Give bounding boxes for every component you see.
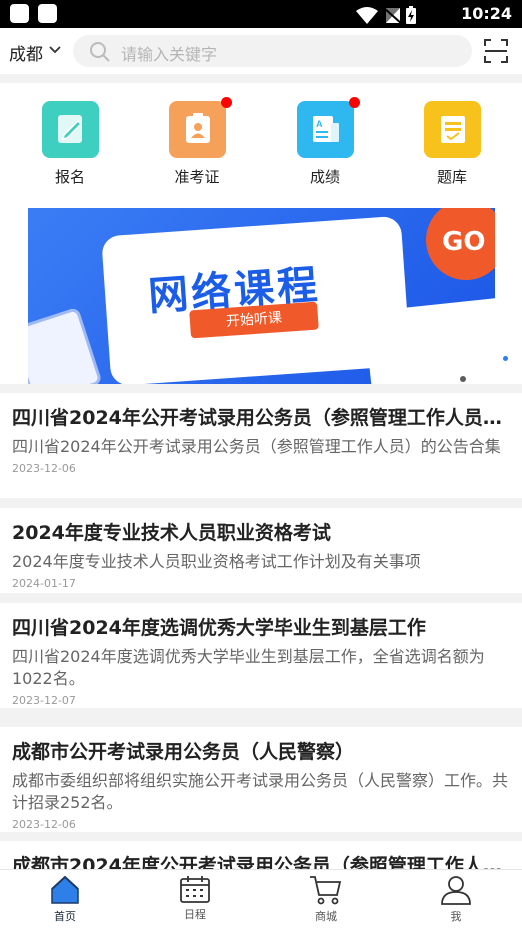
- quick-link-label: 成绩: [309, 168, 340, 186]
- clock: 10:24: [461, 4, 512, 23]
- quick-link-score[interactable]: A 成绩: [285, 97, 365, 187]
- list-item[interactable]: 成都市2024年度公开考试录用公务员（参照管理工作人员）: [0, 841, 522, 871]
- top-bar: 成都 请输入关键字: [0, 28, 522, 74]
- quick-links: 报名 准考证 A 成绩 题库: [0, 83, 522, 201]
- badge-dot: [348, 97, 360, 108]
- news-title: 成都市公开考试录用公务员（人民警察）: [12, 741, 355, 763]
- quick-link-admission[interactable]: 准考证: [157, 97, 237, 187]
- search-input[interactable]: 请输入关键字: [73, 35, 472, 67]
- news-date: 2024-01-17: [12, 577, 76, 590]
- home-icon: [51, 875, 79, 904]
- notepad-illustration: [28, 306, 103, 384]
- tab-schedule[interactable]: 日程: [155, 874, 235, 922]
- quick-link-question-bank[interactable]: 题库: [412, 101, 492, 187]
- notification-icon: [10, 4, 29, 23]
- tab-me[interactable]: 我: [416, 874, 496, 924]
- carousel-dots: [460, 367, 480, 386]
- news-desc: 四川省2024年公开考试录用公务员（参照管理工作人员）的公告合集: [12, 437, 501, 456]
- banner-carousel[interactable]: 网络课程 开始听课 GO: [0, 201, 522, 384]
- tab-label: 商城: [315, 910, 337, 923]
- cart-icon: [310, 876, 342, 905]
- list-item[interactable]: 四川省2024年公开考试录用公务员（参照管理工作人员）的公告合集 四川省2024…: [0, 393, 522, 498]
- user-icon: [441, 876, 471, 905]
- status-icons: [354, 5, 450, 29]
- search-placeholder: 请输入关键字: [121, 45, 218, 64]
- status-bar: 10:24: [0, 0, 522, 28]
- bottom-tab-bar: 首页 日程 商城 我: [0, 869, 522, 928]
- notification-icon: [38, 4, 57, 23]
- question-bank-icon: [423, 101, 481, 158]
- tab-mall[interactable]: 商城: [286, 874, 366, 924]
- city-selector[interactable]: 成都: [9, 40, 43, 65]
- svg-text:A: A: [316, 119, 323, 129]
- tab-label: 日程: [184, 908, 206, 921]
- list-item[interactable]: 2024年度专业技术人员职业资格考试 2024年度专业技术人员职业资格考试工作计…: [0, 508, 522, 593]
- news-title: 四川省2024年公开考试录用公务员（参照管理工作人员）的公告合集: [12, 407, 510, 429]
- edit-icon: [41, 101, 99, 158]
- quick-link-label: 题库: [436, 168, 467, 186]
- scan-icon[interactable]: [484, 39, 508, 63]
- report-icon: A: [296, 97, 360, 158]
- search-icon: [90, 42, 110, 62]
- carousel-indicator: [503, 356, 508, 361]
- id-card-icon: [168, 97, 232, 158]
- news-date: 2023-12-06: [12, 462, 76, 475]
- news-desc: 2024年度专业技术人员职业资格考试工作计划及有关事项: [12, 552, 421, 571]
- news-date: 2023-12-07: [12, 694, 76, 707]
- news-title: 2024年度专业技术人员职业资格考试: [12, 522, 331, 544]
- tab-label: 我: [450, 910, 462, 923]
- banner-image[interactable]: 网络课程 开始听课 GO: [28, 208, 495, 384]
- calendar-icon: [180, 876, 210, 903]
- tab-home[interactable]: 首页: [25, 874, 105, 924]
- list-item[interactable]: 成都市公开考试录用公务员（人民警察） 成都市委组织部将组织实施公开考试录用公务员…: [0, 727, 522, 832]
- chevron-down-icon[interactable]: [48, 45, 62, 55]
- tab-label: 首页: [54, 910, 76, 923]
- quick-link-signup[interactable]: 报名: [30, 101, 110, 187]
- wifi-icon: [356, 7, 378, 24]
- news-date: 2023-12-06: [12, 818, 76, 831]
- news-title: 成都市2024年度公开考试录用公务员（参照管理工作人员）: [12, 855, 510, 871]
- news-desc: 四川省2024年度选调优秀大学毕业生到基层工作，全省选调名额为1022名。: [12, 647, 485, 688]
- go-badge: GO: [426, 208, 495, 280]
- quick-link-label: 报名: [54, 168, 85, 186]
- quick-link-label: 准考证: [174, 168, 220, 186]
- news-desc: 成都市委组织部将组织实施公开考试录用公务员（人民警察）工作。共计招录252名。: [12, 771, 509, 812]
- list-item[interactable]: 四川省2024年度选调优秀大学毕业生到基层工作 四川省2024年度选调优秀大学毕…: [0, 603, 522, 708]
- news-title: 四川省2024年度选调优秀大学毕业生到基层工作: [12, 617, 426, 639]
- badge-dot: [220, 97, 232, 108]
